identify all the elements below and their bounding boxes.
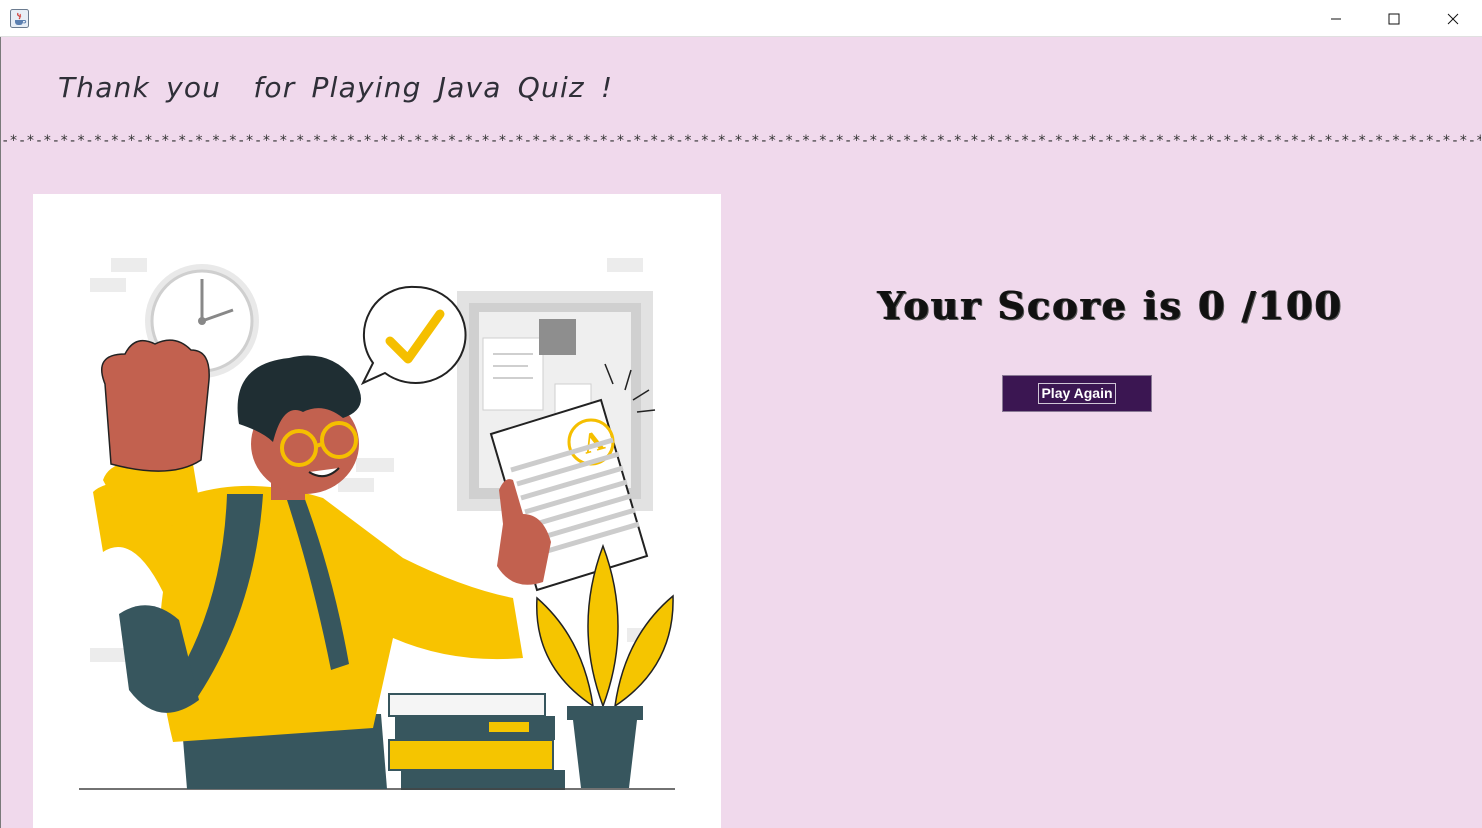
minimize-icon (1331, 18, 1341, 19)
student-illustration: A (33, 194, 721, 828)
play-again-button[interactable]: Play Again (1002, 375, 1152, 412)
maximize-icon (1388, 13, 1400, 24)
quiz-result-panel: Thank you for Playing Java Quiz ! -*-*-*… (0, 37, 1482, 828)
maximize-button[interactable] (1365, 0, 1423, 37)
close-button[interactable] (1424, 0, 1482, 37)
thank-you-heading: Thank you for Playing Java Quiz ! (58, 71, 614, 104)
window-titlebar (0, 0, 1482, 37)
checkmark-bubble-icon (360, 285, 467, 386)
minimize-button[interactable] (1307, 0, 1365, 37)
close-icon (1447, 13, 1459, 24)
decorative-divider: -*-*-*-*-*-*-*-*-*-*-*-*-*-*-*-*-*-*-*-*… (1, 134, 1481, 148)
java-app-icon (10, 9, 29, 28)
play-again-label: Play Again (1038, 383, 1116, 404)
score-label: Your Score is 0 /100 (878, 283, 1344, 328)
book-stack-icon (388, 693, 565, 790)
